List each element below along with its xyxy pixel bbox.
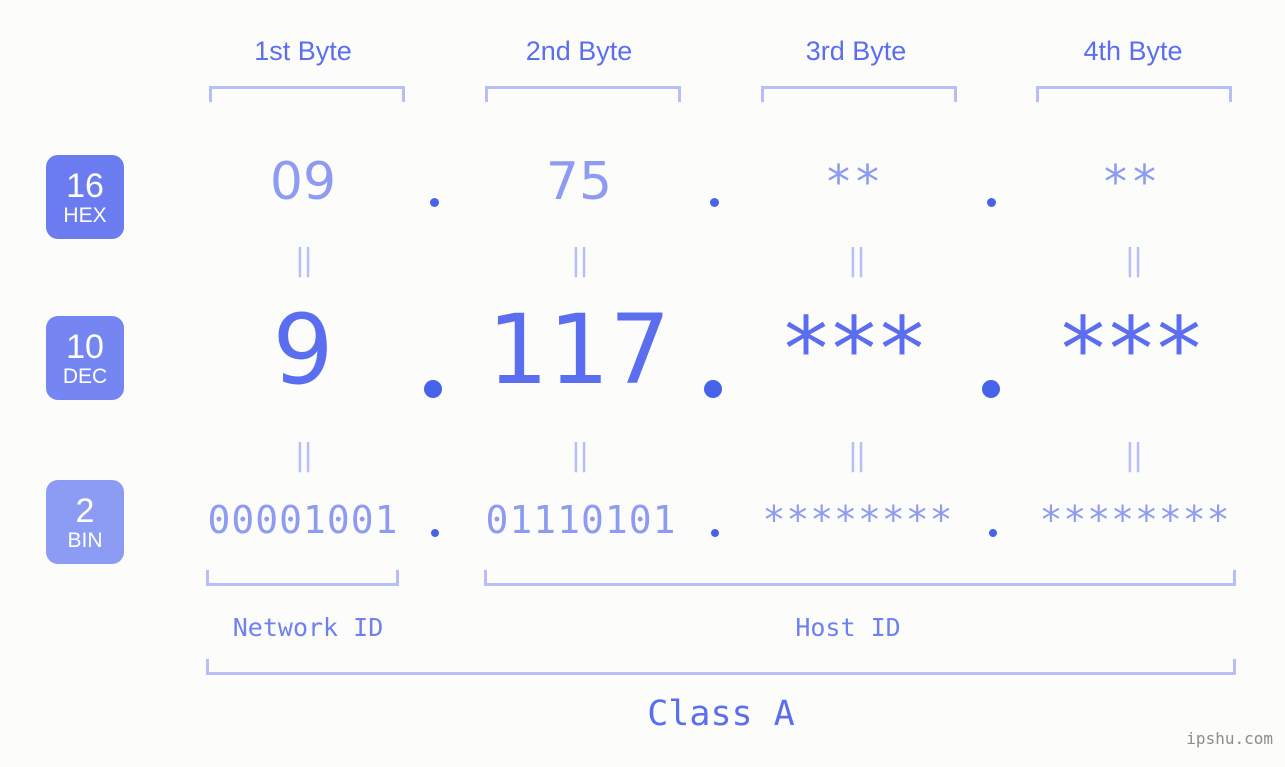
dec-separator-dot-1 — [424, 380, 442, 398]
base-badge-bin: 2 BIN — [46, 480, 124, 564]
equals-mark-hex-dec-1: || — [294, 243, 313, 278]
base-badge-hex-number: 16 — [66, 166, 104, 205]
equals-mark-dec-bin-4: || — [1124, 438, 1143, 473]
base-badge-hex-label: HEX — [63, 203, 107, 227]
site-watermark: ipshu.com — [1186, 729, 1273, 748]
dec-value-byte-4: *** — [1061, 298, 1205, 401]
ip-address-breakdown-diagram: 1st Byte 2nd Byte 3rd Byte 4th Byte 16 H… — [0, 0, 1285, 767]
equals-mark-dec-bin-3: || — [847, 438, 866, 473]
host-id-bracket — [484, 570, 1236, 586]
dec-separator-dot-2 — [704, 380, 722, 398]
bin-separator-dot-2 — [711, 529, 719, 537]
class-label: Class A — [647, 694, 795, 734]
byte-header-1: 1st Byte — [254, 36, 352, 66]
hex-value-byte-2: 75 — [545, 152, 613, 212]
dec-separator-dot-3 — [982, 380, 1000, 398]
base-badge-hex: 16 HEX — [46, 155, 124, 239]
base-badge-bin-label: BIN — [67, 528, 103, 552]
bin-value-byte-4: ******** — [1039, 498, 1231, 542]
bin-value-byte-3: ******** — [762, 498, 954, 542]
bin-separator-dot-3 — [989, 529, 997, 537]
hex-value-byte-1: 09 — [269, 152, 337, 212]
byte-header-2: 2nd Byte — [525, 36, 633, 66]
bin-value-byte-1: 00001001 — [207, 498, 399, 542]
byte-bracket-top-2 — [485, 86, 681, 102]
dec-value-byte-1: 9 — [272, 294, 334, 406]
equals-mark-dec-bin-1: || — [294, 438, 313, 473]
bin-separator-dot-1 — [431, 529, 439, 537]
bin-value-byte-2: 01110101 — [485, 498, 677, 542]
byte-header-4: 4th Byte — [1083, 36, 1183, 66]
base-badge-dec-number: 10 — [66, 327, 104, 366]
dec-value-byte-3: *** — [784, 298, 928, 401]
hex-separator-dot-3 — [987, 198, 996, 207]
byte-header-3: 3rd Byte — [805, 36, 907, 66]
class-bracket — [206, 659, 1236, 675]
equals-mark-hex-dec-4: || — [1124, 243, 1143, 278]
byte-bracket-top-4 — [1036, 86, 1232, 102]
equals-mark-hex-dec-2: || — [570, 243, 589, 278]
base-badge-dec-label: DEC — [62, 364, 108, 388]
base-badge-bin-number: 2 — [75, 491, 95, 530]
hex-separator-dot-1 — [430, 198, 439, 207]
hex-value-byte-3: ** — [827, 155, 885, 209]
byte-bracket-top-3 — [761, 86, 957, 102]
byte-bracket-top-1 — [209, 86, 405, 102]
equals-mark-dec-bin-2: || — [570, 438, 589, 473]
host-id-label: Host ID — [795, 613, 901, 642]
dec-value-byte-2: 117 — [487, 294, 671, 406]
hex-separator-dot-2 — [710, 198, 719, 207]
hex-value-byte-4: ** — [1104, 155, 1162, 209]
network-id-label: Network ID — [232, 613, 384, 642]
base-badge-dec: 10 DEC — [46, 316, 124, 400]
network-id-bracket — [206, 570, 399, 586]
equals-mark-hex-dec-3: || — [847, 243, 866, 278]
